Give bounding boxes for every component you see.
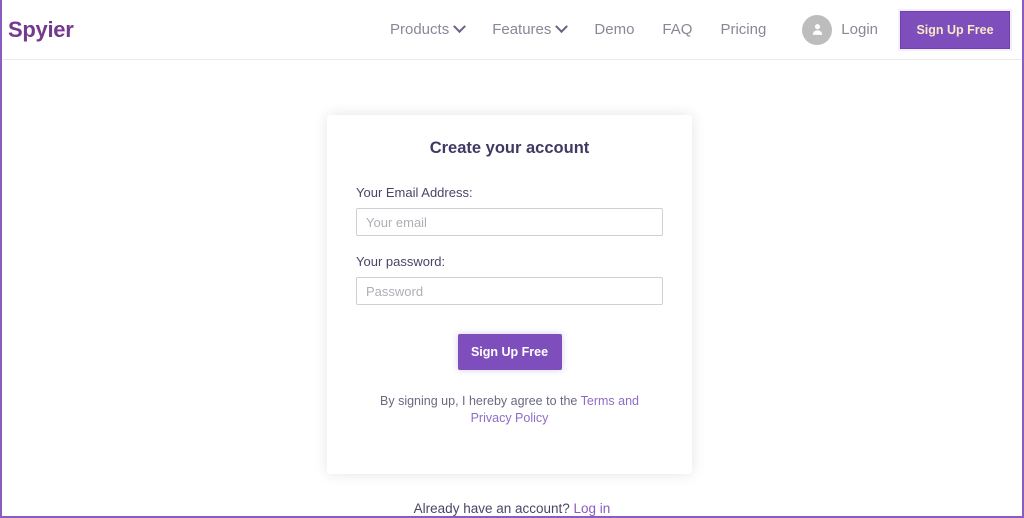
signup-submit-button[interactable]: Sign Up Free: [457, 334, 562, 370]
nav-item-products[interactable]: Products: [376, 20, 478, 38]
header-signup-button[interactable]: Sign Up Free: [900, 10, 1010, 49]
user-avatar-icon: [802, 14, 833, 45]
terms-notice-prefix: By signing up, I hereby agree to the: [380, 394, 581, 408]
email-field-block: Your Email Address:: [356, 185, 663, 236]
submit-row: Sign Up Free: [356, 334, 663, 370]
nav-item-faq[interactable]: FAQ: [648, 21, 706, 38]
password-input[interactable]: [356, 277, 663, 305]
nav-item-features[interactable]: Features: [478, 20, 580, 38]
chevron-down-icon: [453, 20, 467, 34]
password-field-block: Your password:: [356, 254, 663, 305]
nav-item-features-label: Features: [492, 21, 552, 38]
login-label: Login: [841, 21, 878, 38]
chevron-down-icon: [555, 20, 569, 34]
password-field-label: Your password:: [356, 254, 446, 269]
nav-item-demo-label: Demo: [594, 21, 635, 38]
nav-item-products-label: Products: [390, 21, 450, 38]
already-have-account: Already have an account? Log in: [2, 501, 1022, 516]
nav-item-faq-label: FAQ: [662, 21, 693, 38]
page-title: Create your account: [429, 139, 590, 157]
header-signup-button-label: Sign Up Free: [916, 22, 994, 37]
email-input[interactable]: [356, 208, 663, 236]
email-field-label: Your Email Address:: [356, 185, 473, 200]
signup-card: Create your account Your Email Address: …: [327, 115, 692, 474]
nav-item-demo[interactable]: Demo: [580, 21, 648, 38]
terms-notice: By signing up, I hereby agree to the Ter…: [356, 393, 663, 427]
login-footer-link[interactable]: Log in: [574, 501, 611, 516]
login-link[interactable]: Login: [802, 14, 878, 45]
already-have-account-text: Already have an account?: [413, 501, 574, 516]
nav-item-pricing[interactable]: Pricing: [706, 21, 780, 38]
main-content: Create your account Your Email Address: …: [2, 61, 1022, 516]
brand-logo[interactable]: Spyier: [8, 17, 74, 43]
site-header: Spyier Products Features Demo FAQ Pricin…: [2, 0, 1022, 60]
nav-item-pricing-label: Pricing: [720, 21, 767, 38]
main-navigation: Products Features Demo FAQ Pricing Login: [376, 10, 1022, 49]
